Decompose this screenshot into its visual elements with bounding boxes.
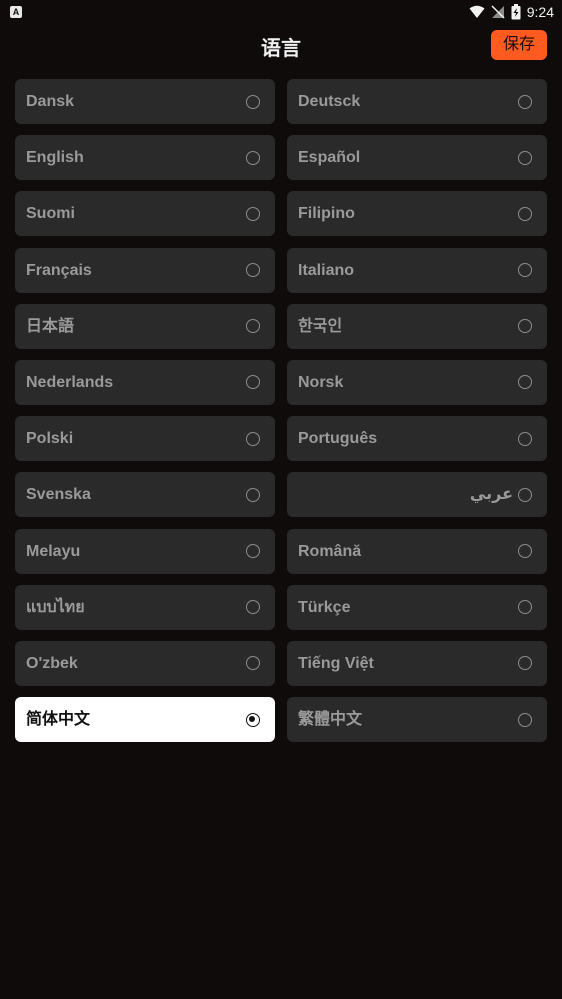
radio-icon[interactable] [246,94,260,109]
language-label: Français [26,261,92,279]
header: 语言 保存 [0,24,562,68]
language-label: Polski [26,430,74,448]
language-option[interactable]: Nederlands [15,359,275,405]
radio-icon[interactable] [518,263,532,278]
radio-icon[interactable] [246,319,260,334]
language-option[interactable]: Português [287,416,547,462]
radio-icon[interactable] [246,263,260,278]
language-option[interactable]: Español [287,135,547,181]
page-title: 语言 [261,38,301,60]
language-label: Dansk [26,93,75,110]
language-label: English [26,149,84,167]
language-label: Italiano [298,261,355,279]
status-time: 9:24 [526,4,554,20]
language-label: Norsk [298,373,344,391]
radio-icon[interactable] [518,206,532,221]
status-bar: A 9:24 [0,0,562,24]
language-option[interactable]: Tiếng Việt [287,640,547,686]
radio-icon[interactable] [246,431,260,446]
language-label: Tiếng Việt [298,654,374,672]
language-option[interactable]: Svenska [15,472,275,518]
language-label: Melayu [26,542,81,560]
language-label: 繁體中文 [298,711,363,729]
language-option[interactable]: English [15,135,275,181]
language-option[interactable]: Dansk [15,79,275,124]
language-option[interactable]: แบบไทย [15,584,275,630]
language-label: Română [298,542,362,560]
radio-icon[interactable] [518,375,532,390]
language-option[interactable]: Français [15,247,275,293]
radio-icon[interactable] [518,487,532,502]
radio-icon[interactable] [246,600,260,615]
radio-selected-icon[interactable] [246,712,260,727]
language-option[interactable]: Italiano [287,247,547,293]
language-option[interactable]: Türkçe [287,584,547,630]
radio-icon[interactable] [246,544,260,558]
language-label: Suomi [26,205,75,223]
notification-a-icon: A [10,6,22,18]
language-label: 日本語 [26,317,75,335]
radio-icon[interactable] [246,206,260,221]
language-option[interactable]: 繁體中文 [287,697,547,743]
language-label: Türkçe [298,598,351,616]
signal-off-icon [491,5,505,19]
language-option[interactable]: عربي [287,472,547,518]
language-option[interactable]: Suomi [15,191,275,237]
radio-icon[interactable] [518,656,532,671]
language-label: O'zbek [26,654,78,672]
radio-icon[interactable] [518,319,532,334]
language-label: Nederlands [26,373,114,391]
language-option[interactable]: 简体中文 [15,697,275,743]
radio-icon[interactable] [518,94,532,109]
language-label: Português [298,430,378,448]
language-label: عربي [469,486,513,504]
wifi-icon [469,5,485,19]
radio-icon[interactable] [246,150,260,165]
language-option[interactable]: O'zbek [15,640,275,686]
language-label: 한국인 [298,317,343,335]
save-button[interactable]: 保存 [491,30,547,60]
language-option[interactable]: Română [287,528,547,574]
language-label: Filipino [298,205,355,223]
radio-icon[interactable] [518,712,532,727]
language-label: แบบไทย [26,598,85,616]
radio-icon[interactable] [246,656,260,671]
language-label: Svenska [26,486,91,504]
language-label: Español [298,149,361,167]
language-option[interactable]: Norsk [287,359,547,405]
language-grid: Dansk Deutsck English Español Suomi Filipino F… [15,79,547,743]
radio-icon[interactable] [518,150,532,165]
language-option[interactable]: Deutsck [287,79,547,124]
radio-icon[interactable] [518,544,532,558]
language-option[interactable]: Melayu [15,528,275,574]
language-option[interactable]: Polski [15,416,275,462]
language-label: Deutsck [298,93,361,110]
language-option[interactable]: 日本語 [15,303,275,349]
radio-icon[interactable] [246,375,260,390]
radio-icon[interactable] [518,600,532,615]
language-option[interactable]: 한국인 [287,303,547,349]
status-icons: 9:24 [469,3,554,21]
language-option[interactable]: Filipino [287,191,547,237]
radio-icon[interactable] [246,487,260,502]
radio-icon[interactable] [518,431,532,446]
language-label: 简体中文 [26,711,91,729]
battery-charging-icon [511,4,521,20]
